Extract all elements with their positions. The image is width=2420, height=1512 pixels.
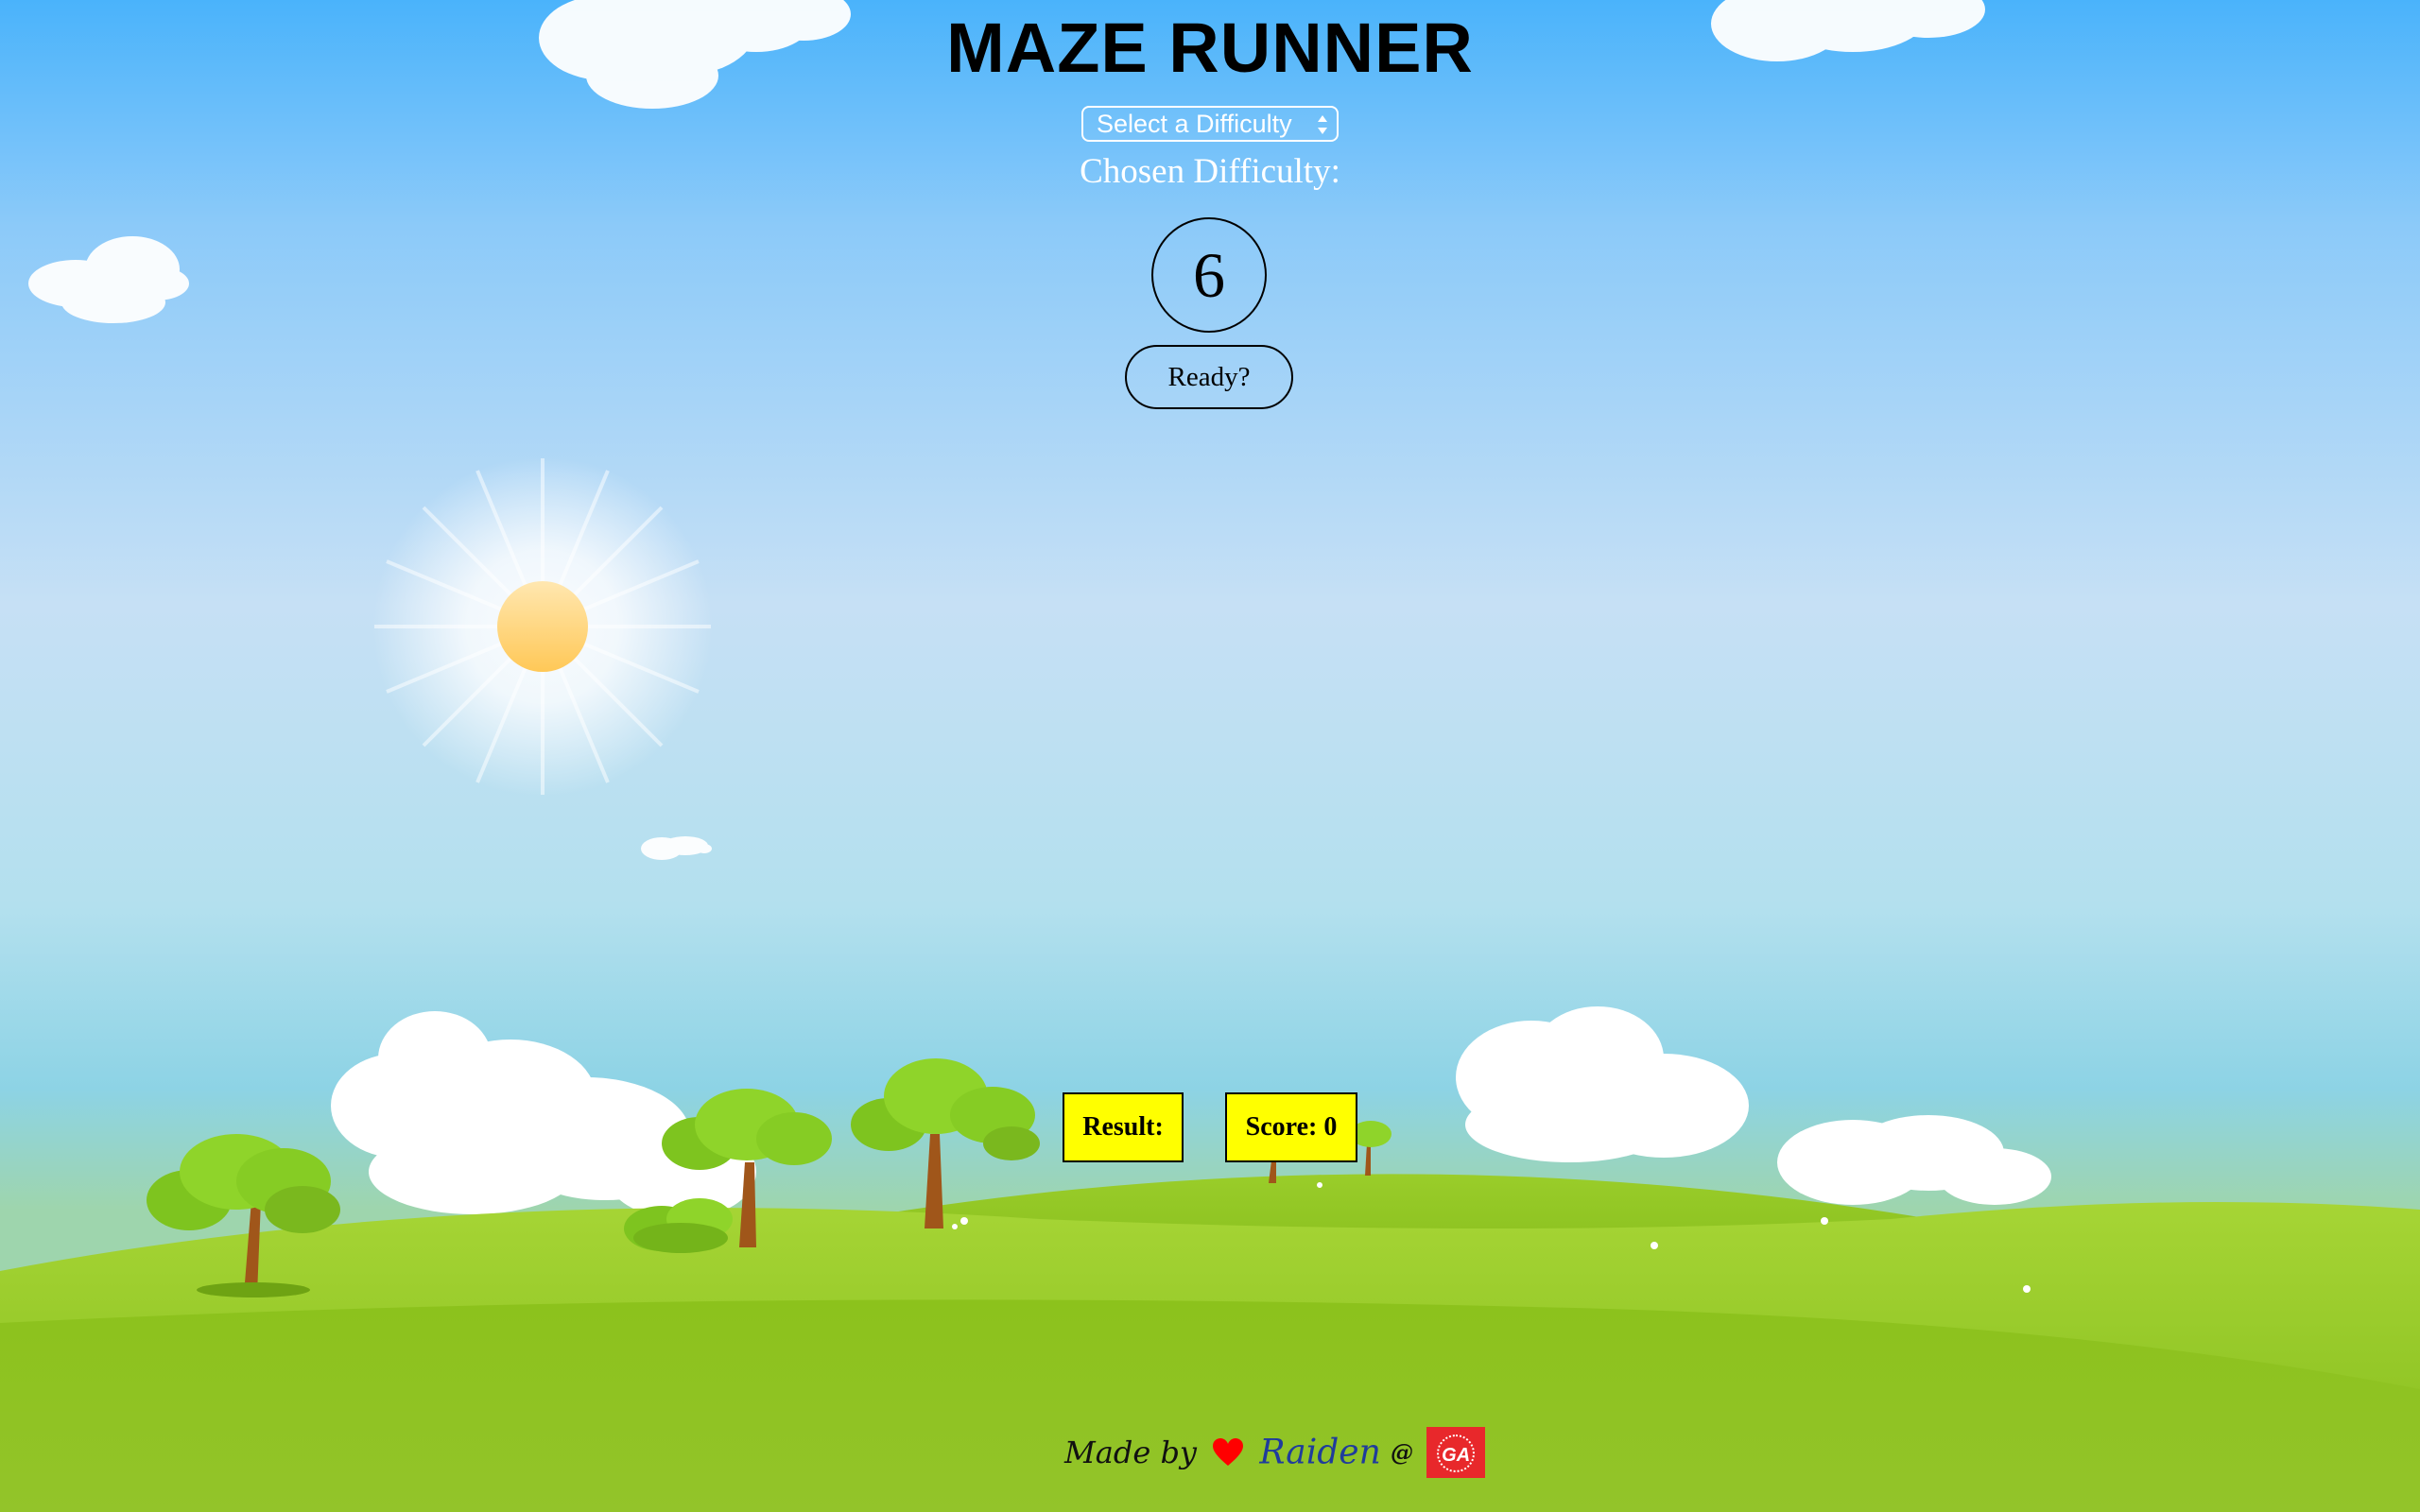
chosen-difficulty-label: Chosen Difficulty: — [1080, 152, 1340, 191]
score-box: Score: 0 — [1225, 1092, 1357, 1162]
cloud-small — [641, 836, 712, 860]
sun-icon — [372, 456, 713, 797]
cloud-left — [28, 236, 189, 323]
difficulty-select-value: Select a Difficulty — [1097, 110, 1292, 138]
difficulty-value-circle: 6 — [1151, 217, 1267, 333]
ready-button[interactable]: Ready? — [1125, 345, 1293, 409]
select-arrows-icon — [1318, 115, 1327, 134]
cloud-horizon-left — [331, 1011, 756, 1219]
ga-logo-icon[interactable]: GA — [1426, 1427, 1486, 1478]
difficulty-select[interactable]: Select a Difficulty — [1081, 106, 1339, 142]
made-by-text: Made by — [1064, 1435, 1197, 1470]
result-box: Result: — [1063, 1092, 1184, 1162]
game-title: MAZE RUNNER — [946, 9, 1474, 87]
footer-credit: Made by Raiden @ GA — [1064, 1427, 1486, 1484]
heart-icon — [1213, 1438, 1244, 1466]
at-symbol: @ — [1390, 1438, 1413, 1467]
ga-logo-text: GA — [1437, 1435, 1476, 1473]
author-link[interactable]: Raiden — [1259, 1434, 1380, 1472]
cloud-horizon-right — [1456, 1006, 2051, 1205]
